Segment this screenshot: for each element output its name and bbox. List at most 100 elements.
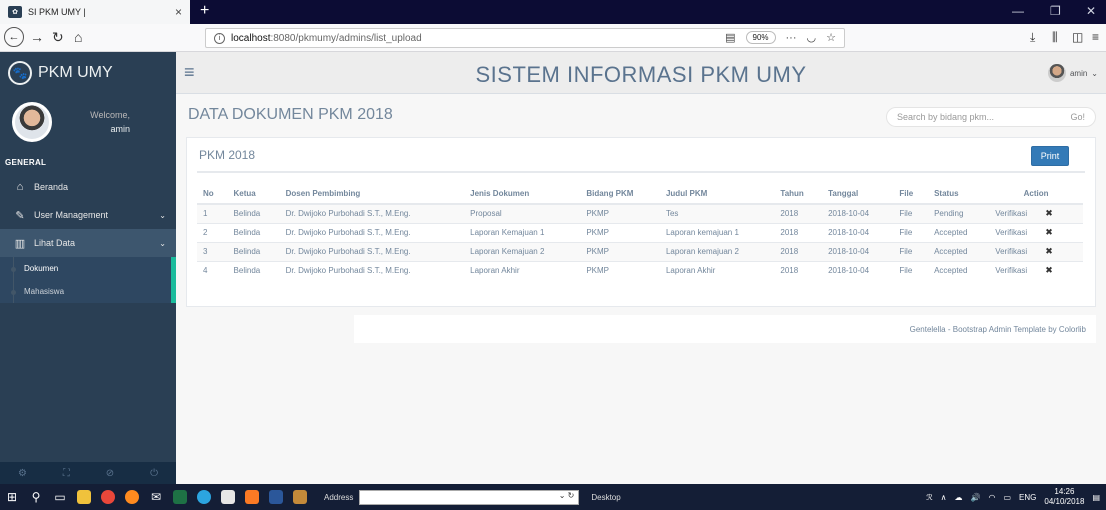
delete-icon[interactable]: ✖ [1045,246,1053,256]
wifi-icon[interactable]: ◠ [989,493,996,502]
settings-icon[interactable]: ⚙ [18,468,27,479]
app-icon[interactable] [216,484,240,510]
cell-tahun: 2018 [774,222,823,242]
language-indicator[interactable]: ENG [1019,493,1036,502]
image-viewer-icon[interactable] [288,484,312,510]
chevron-down-icon: ⌄ [1091,68,1098,78]
file-link[interactable]: File [899,228,912,237]
zoom-level[interactable]: 90% [745,31,776,44]
reload-icon[interactable]: ↻ [52,29,64,46]
pocket-icon[interactable]: ◡ [807,31,817,44]
sidebar-item-lihat-data[interactable]: ▥ Lihat Data ⌄ [0,229,176,257]
telegram-icon[interactable] [192,484,216,510]
volume-icon[interactable]: 🔊 [971,493,981,502]
user-menu[interactable]: amin ⌄ [1047,64,1098,82]
tray-chevron-up-icon[interactable]: ∧ [941,493,947,502]
desktop-label[interactable]: Desktop [591,493,620,502]
verifikasi-link[interactable]: Verifikasi [995,209,1027,218]
download-icon[interactable]: ⤓ [1030,30,1035,45]
library-icon[interactable]: ⫼ [1052,30,1058,45]
sidebar-toggle-icon[interactable]: ◫ [1072,30,1083,44]
cell-judul: Laporan kemajuan 2 [659,241,775,261]
fullscreen-icon[interactable]: ⛶ [63,468,70,479]
tab-close-icon[interactable]: × [175,5,182,19]
firefox-icon[interactable] [120,484,144,510]
reader-view-icon[interactable]: ▤ [725,31,735,44]
clock[interactable]: 14:26 04/10/2018 [1044,487,1084,507]
cell-status: Accepted [928,222,990,242]
window-close-icon[interactable]: ✕ [1086,4,1096,18]
bookmark-star-icon[interactable]: ☆ [826,31,836,44]
home-icon: ⌂ [16,181,24,193]
cell-no: 1 [197,203,228,223]
windows-start-icon[interactable]: ⊞ [0,484,24,510]
verifikasi-link[interactable]: Verifikasi [995,266,1027,275]
sidebar-item-label: Lihat Data [34,238,76,248]
search-go-button[interactable]: Go! [1070,112,1085,122]
delete-icon[interactable]: ✖ [1045,227,1053,237]
edit-icon: ✎ [15,209,25,222]
file-link[interactable]: File [899,266,912,275]
xampp-icon[interactable] [240,484,264,510]
paw-icon: 🐾 [8,61,32,85]
menu-icon[interactable]: ≡ [1092,30,1099,44]
cell-jenis: Laporan Akhir [464,260,581,280]
browser-tab[interactable]: ✿ SI PKM UMY | × [0,0,190,24]
people-icon[interactable]: ℛ [926,493,932,502]
sidebar-subitem-mahasiswa[interactable]: Mahasiswa [0,280,171,303]
cell-tahun: 2018 [774,241,823,261]
sidebar-subitem-dokumen[interactable]: Dokumen [0,257,171,280]
column-header: Ketua [227,184,280,205]
task-view-icon[interactable]: ▭ [48,484,72,510]
excel-icon[interactable] [168,484,192,510]
cell-jenis: Proposal [464,203,581,223]
delete-icon[interactable]: ✖ [1045,208,1053,218]
url-bar[interactable]: i localhost :8080/pkmumy/admins/list_upl… [205,28,845,48]
search-icon[interactable]: ⚲ [24,484,48,510]
page-title: DATA DOKUMEN PKM 2018 [188,106,393,123]
hamburger-menu-icon[interactable]: ≡ [184,62,195,83]
address-input[interactable]: ⌄ ↻ [359,489,580,505]
restore-icon[interactable]: ❐ [1050,4,1061,18]
lock-icon[interactable]: ⊘ [106,468,114,479]
sidebar-item-beranda[interactable]: ⌂ Beranda [0,173,176,201]
column-header: Judul PKM [659,184,775,205]
table-row: 4 Belinda Dr. Dwijoko Purbohadi S.T., M.… [197,260,1083,280]
cell-dosen: Dr. Dwijoko Purbohadi S.T., M.Eng. [279,241,465,261]
sidebar-item-user-management[interactable]: ✎ User Management ⌄ [0,201,176,229]
word-icon[interactable] [264,484,288,510]
table-header-row: No Ketua Dosen Pembimbing Jenis Dokumen … [197,184,1083,205]
logout-icon[interactable]: ⏻ [150,468,158,479]
back-arrow-icon[interactable]: ← [4,27,24,47]
info-icon[interactable]: i [214,32,225,44]
home-icon[interactable]: ⌂ [74,29,82,45]
favicon-icon: ✿ [8,6,22,18]
mail-icon[interactable]: ✉ [144,484,168,510]
tab-title: SI PKM UMY | [28,7,86,17]
verifikasi-link[interactable]: Verifikasi [995,247,1027,256]
forward-arrow-icon[interactable]: → [30,29,44,45]
new-tab-button[interactable]: + [200,2,209,20]
file-link[interactable]: File [899,247,912,256]
cloud-icon[interactable]: ☁ [955,493,963,502]
delete-icon[interactable]: ✖ [1045,265,1053,275]
battery-icon[interactable]: ▭ [1003,493,1011,502]
minimize-icon[interactable]: — [1012,4,1024,18]
table-row: 1 Belinda Dr. Dwijoko Purbohadi S.T., M.… [197,203,1083,223]
page-footer: Gentelella - Bootstrap Admin Template by… [354,315,1096,343]
chevron-down-icon: ⌄ [159,238,166,248]
brand[interactable]: 🐾 PKM UMY [0,52,176,94]
chrome-icon[interactable] [96,484,120,510]
user-menu-name: amin [1069,68,1088,78]
chevron-down-icon: ⌄ [159,210,166,220]
file-link[interactable]: File [899,209,912,218]
cell-status: Accepted [928,260,990,280]
search-input[interactable] [897,112,1071,122]
verifikasi-link[interactable]: Verifikasi [995,228,1027,237]
notifications-icon[interactable]: ▤ [1092,493,1100,502]
taskbar: ⊞ ⚲ ▭ ✉ Address ⌄ ↻ Desktop ℛ ∧ ☁ 🔊 ◠ ▭ … [0,484,1106,510]
cell-judul: Tes [659,203,775,223]
print-button[interactable]: Print [1031,146,1069,166]
file-explorer-icon[interactable] [72,484,96,510]
page-actions-icon[interactable]: ··· [786,32,797,44]
